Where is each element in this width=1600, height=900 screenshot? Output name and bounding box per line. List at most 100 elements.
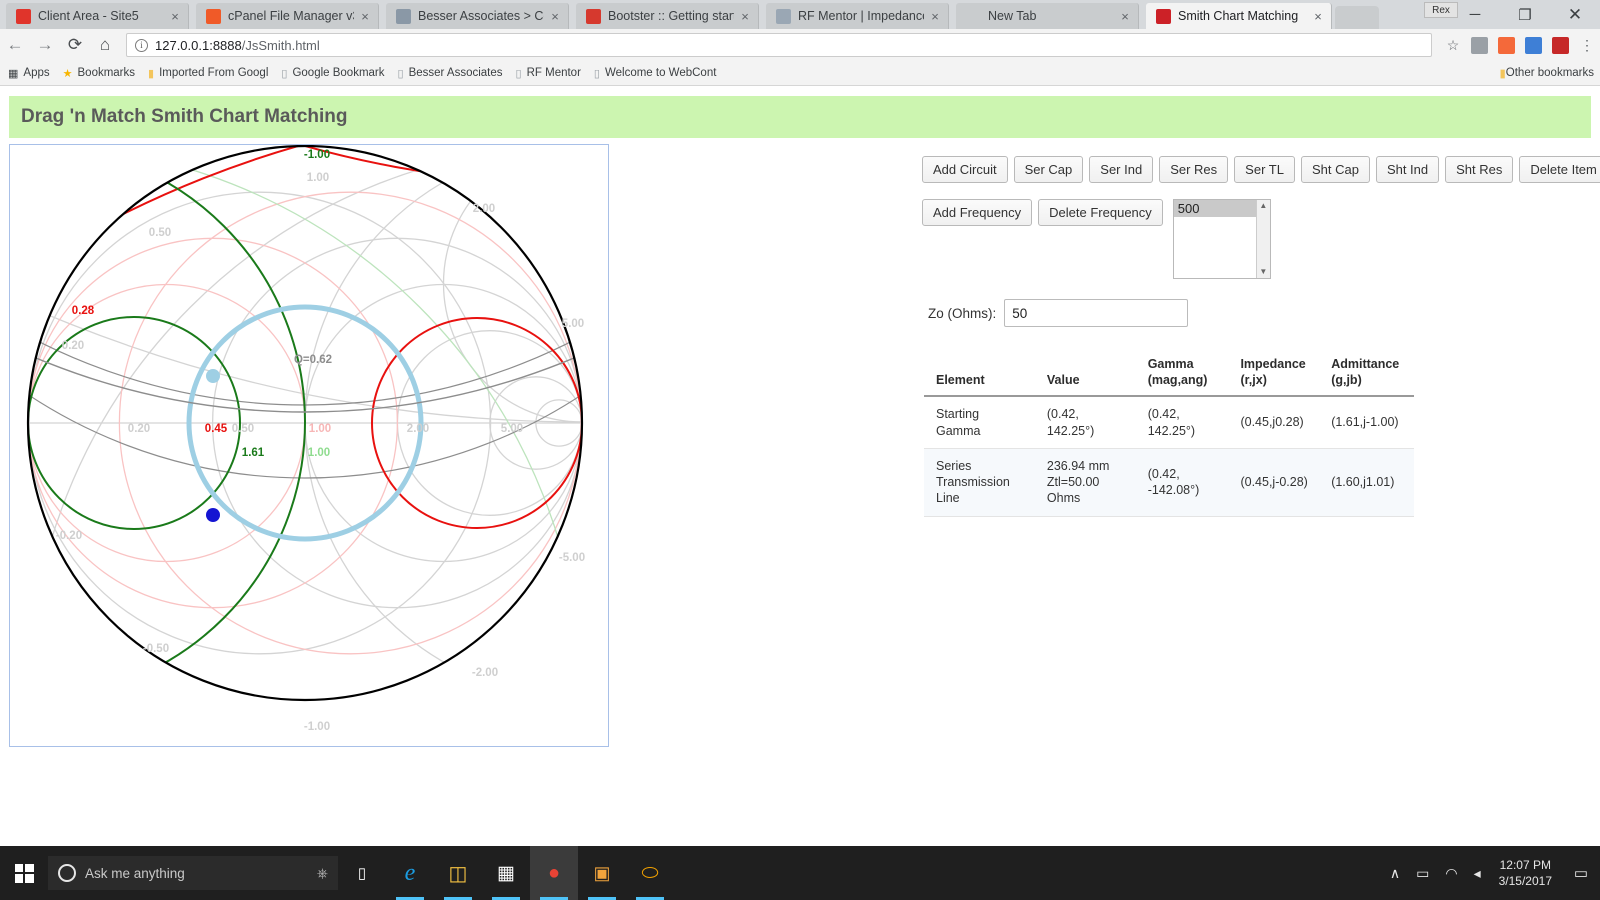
frequency-listbox[interactable]: 500 ▲ ▼: [1173, 199, 1271, 279]
th-line1: Admittance: [1331, 357, 1406, 373]
bookmark-google-bookmark[interactable]: ▯ Google Bookmark: [281, 67, 384, 80]
page-icon: ▯: [594, 67, 600, 80]
address-path: /JsSmith.html: [242, 38, 320, 53]
page-content: Drag 'n Match Smith Chart Matching: [0, 86, 1600, 846]
tab-favicon: [586, 9, 601, 24]
bookmark-welcome-webcont[interactable]: ▯ Welcome to WebCont: [594, 67, 717, 80]
ser-cap-button[interactable]: Ser Cap: [1014, 156, 1084, 183]
tab-close-icon[interactable]: ×: [548, 10, 562, 23]
add-circuit-button[interactable]: Add Circuit: [922, 156, 1008, 183]
back-icon[interactable]: ←: [0, 35, 30, 55]
windows-logo-icon: [15, 864, 34, 883]
chrome-menu-icon[interactable]: ⋮: [1574, 37, 1600, 54]
sht-cap-button[interactable]: Sht Cap: [1301, 156, 1370, 183]
bookmark-apps[interactable]: ▦ Apps: [8, 67, 50, 80]
microphone-icon[interactable]: ⎈: [317, 865, 328, 882]
th-impedance: Impedance (r,jx): [1228, 351, 1319, 396]
other-bookmarks[interactable]: ▮ Other bookmarks: [1499, 66, 1594, 80]
th-line1: Gamma: [1148, 357, 1221, 373]
ser-ind-button[interactable]: Ser Ind: [1089, 156, 1153, 183]
delete-frequency-button[interactable]: Delete Frequency: [1038, 199, 1163, 226]
task-view-icon[interactable]: ▯: [338, 846, 386, 900]
reload-icon[interactable]: ⟳: [60, 35, 90, 55]
bookmark-label: Imported From Googl: [159, 67, 268, 79]
endpoint-marker: [206, 508, 220, 522]
add-frequency-button[interactable]: Add Frequency: [922, 199, 1032, 226]
star-icon: ★: [63, 67, 73, 80]
page-icon: ▯: [398, 67, 404, 80]
battery-icon[interactable]: ▭: [1408, 865, 1437, 882]
element-buttons-row: Add Circuit Ser Cap Ser Ind Ser Res Ser …: [922, 156, 1562, 183]
delete-item-button[interactable]: Delete Item: [1519, 156, 1600, 183]
address-bar[interactable]: i 127.0.0.1:8888/JsSmith.html: [126, 33, 1432, 57]
bookmark-besser-associates[interactable]: ▯ Besser Associates: [398, 67, 503, 80]
th-admittance: Admittance (g,jb): [1319, 351, 1414, 396]
minimize-icon[interactable]: ─: [1450, 0, 1500, 29]
action-center-icon[interactable]: ▭: [1562, 864, 1600, 882]
outlook-icon[interactable]: ▣: [578, 846, 626, 900]
sht-ind-button[interactable]: Sht Ind: [1376, 156, 1439, 183]
maximize-icon[interactable]: ❐: [1500, 0, 1550, 29]
scroll-up-icon[interactable]: ▲: [1259, 200, 1267, 212]
volume-icon[interactable]: ◂: [1466, 865, 1489, 882]
browser-tab-4[interactable]: RF Mentor | Impedance M ×: [766, 3, 949, 29]
clock[interactable]: 12:07 PM 3/15/2017: [1489, 857, 1562, 889]
store-icon[interactable]: ▦: [482, 846, 530, 900]
browser-tab-3[interactable]: Bootster :: Getting starte ×: [576, 3, 759, 29]
tab-title: New Tab: [988, 9, 1114, 23]
wifi-icon[interactable]: ◠: [1437, 865, 1465, 882]
bookmark-bookmarks[interactable]: ★ Bookmarks: [63, 67, 135, 80]
extension-icon-3[interactable]: [1525, 37, 1542, 54]
tab-close-icon[interactable]: ×: [358, 10, 372, 23]
cell-impedance: (0.45,j-0.28): [1228, 448, 1319, 516]
smith-chart-container[interactable]: -1.001.002.000.500.285.000.20Q=0.620.450…: [9, 144, 609, 747]
chrome-icon[interactable]: ●: [530, 846, 578, 900]
close-window-icon[interactable]: ✕: [1550, 0, 1600, 29]
bookmark-star-icon[interactable]: ☆: [1440, 37, 1466, 54]
tab-close-icon[interactable]: ×: [738, 10, 752, 23]
page-banner: Drag 'n Match Smith Chart Matching: [9, 96, 1591, 138]
table-row[interactable]: Starting Gamma (0.42, 142.25°) (0.42, 14…: [924, 396, 1414, 448]
browser-tab-2[interactable]: Besser Associates > Cont ×: [386, 3, 569, 29]
table-row[interactable]: Series Transmission Line 236.94 mm Ztl=5…: [924, 448, 1414, 516]
tab-close-icon[interactable]: ×: [928, 10, 942, 23]
th-line2: (mag,ang): [1148, 373, 1221, 389]
cell-element: Starting Gamma: [924, 396, 1035, 448]
sht-res-button[interactable]: Sht Res: [1445, 156, 1513, 183]
new-tab-button[interactable]: [1335, 6, 1379, 29]
bookmark-rf-mentor[interactable]: ▯ RF Mentor: [516, 67, 581, 80]
opera-icon[interactable]: ⬭: [626, 846, 674, 900]
ser-res-button[interactable]: Ser Res: [1159, 156, 1228, 183]
tab-close-icon[interactable]: ×: [168, 10, 182, 23]
site-info-icon[interactable]: i: [135, 39, 148, 52]
edge-icon[interactable]: e: [386, 846, 434, 900]
tab-title: Client Area - Site5: [38, 9, 164, 23]
cell-gamma: (0.42, -142.08°): [1136, 448, 1229, 516]
cell-admittance: (1.61,j-1.00): [1319, 396, 1414, 448]
show-hidden-icons-chevron-icon[interactable]: ∧: [1382, 865, 1408, 882]
extension-icon-2[interactable]: [1498, 37, 1515, 54]
cell-element: Series Transmission Line: [924, 448, 1035, 516]
browser-tab-6-active[interactable]: Smith Chart Matching ×: [1146, 3, 1332, 29]
extension-icon-1[interactable]: [1471, 37, 1488, 54]
clock-time: 12:07 PM: [1500, 858, 1551, 872]
browser-tab-1[interactable]: cPanel File Manager v3 ×: [196, 3, 379, 29]
tab-close-icon[interactable]: ×: [1311, 10, 1325, 23]
bookmark-imported[interactable]: ▮ Imported From Googl: [148, 67, 268, 80]
browser-tab-5[interactable]: New Tab ×: [956, 3, 1139, 29]
cortana-search-box[interactable]: Ask me anything ⎈: [48, 856, 338, 890]
forward-icon[interactable]: →: [30, 35, 60, 55]
home-icon[interactable]: ⌂: [90, 35, 120, 55]
frequency-listbox-scrollbar[interactable]: ▲ ▼: [1256, 200, 1270, 278]
tab-close-icon[interactable]: ×: [1118, 10, 1132, 23]
extension-icon-4[interactable]: [1552, 37, 1569, 54]
clock-date: 3/15/2017: [1499, 874, 1552, 888]
scroll-down-icon[interactable]: ▼: [1259, 266, 1267, 278]
ser-tl-button[interactable]: Ser TL: [1234, 156, 1295, 183]
cell-admittance: (1.60,j1.01): [1319, 448, 1414, 516]
zo-input[interactable]: [1004, 299, 1188, 327]
folder-icon: ▮: [148, 67, 154, 80]
start-button[interactable]: [0, 846, 48, 900]
file-explorer-icon[interactable]: ◫: [434, 846, 482, 900]
browser-tab-0[interactable]: Client Area - Site5 ×: [6, 3, 189, 29]
